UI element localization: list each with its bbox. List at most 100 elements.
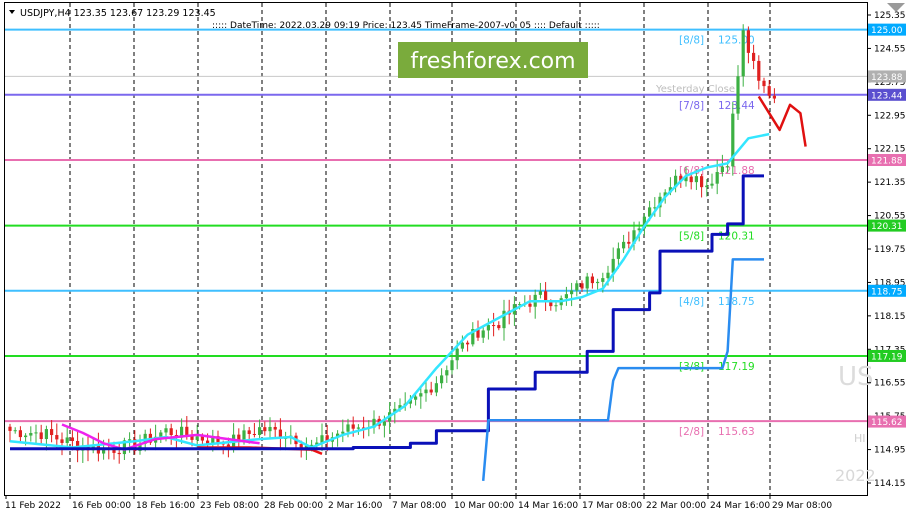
y-tick-label: 122.15 (874, 145, 906, 155)
murrey-level-label: [2/8] (679, 426, 704, 438)
symbol-quote-line: USDJPY,H4 123.35 123.67 123.29 123.45 (20, 8, 216, 19)
murrey-level-label: [4/8] (679, 296, 704, 308)
candle-body (70, 437, 74, 442)
candle-body (34, 432, 38, 434)
candle-body (356, 427, 360, 429)
candle-body (39, 432, 43, 440)
x-tick-label: 16 Feb 00:00 (72, 501, 131, 511)
candle-body (419, 393, 423, 397)
logo-text: freshforex.com (410, 49, 575, 74)
x-tick-label: 17 Mar 08:00 (582, 501, 642, 511)
candle-body (247, 430, 251, 434)
price-tag-text: 125.00 (871, 26, 903, 36)
candle-body (538, 291, 542, 295)
candle-body (382, 421, 386, 426)
candle-body (50, 429, 54, 436)
candle-body (8, 426, 12, 431)
price-tag: 123.88 (868, 70, 906, 83)
candle-body (497, 325, 501, 329)
candle-body (627, 241, 631, 244)
candle-body (720, 166, 724, 173)
candle-body (596, 281, 600, 284)
candle-body (273, 426, 277, 430)
candle-body (320, 435, 324, 443)
candle-body (13, 430, 17, 432)
candle-body (351, 424, 355, 429)
candle-body (486, 325, 490, 331)
x-tick-label: 18 Feb 16:00 (136, 501, 195, 511)
candle-body (65, 437, 69, 443)
y-tick-label: 114.95 (874, 446, 906, 456)
candle-body (263, 427, 267, 432)
x-tick-label: 14 Mar 16:00 (518, 501, 578, 511)
x-tick-label: 28 Feb 00:00 (264, 501, 323, 511)
candle-body (414, 396, 418, 400)
candle-body (689, 176, 693, 183)
candle-body (705, 185, 709, 188)
candle-body (429, 389, 433, 393)
candle-body (55, 435, 59, 440)
candle-body (606, 272, 610, 279)
candle-body (616, 248, 620, 259)
candle-body (434, 383, 438, 393)
price-tag: 115.62 (868, 415, 906, 428)
price-tag: 123.44 (868, 88, 906, 101)
candle-body (481, 330, 485, 338)
freshforex-logo: freshforex.com (398, 42, 588, 78)
candle-body (128, 439, 132, 441)
murrey-level-value: 118.75 (718, 296, 755, 308)
y-tick-label: 114.15 (874, 479, 906, 489)
candle-body (570, 290, 574, 295)
candle-body (44, 429, 48, 440)
candle-body (700, 176, 704, 188)
x-tick-label: 7 Mar 08:00 (392, 501, 447, 511)
price-tag: 125.00 (868, 23, 906, 36)
indicator-info-line: ::::: DateTime: 2022.03.29 09:19 Price: … (212, 21, 600, 31)
y-tick-label: 119.75 (874, 245, 906, 255)
candle-body (268, 426, 272, 432)
candle-body (60, 439, 64, 443)
price-tag: 117.19 (868, 349, 906, 362)
price-tag: 118.75 (868, 284, 906, 297)
x-tick-label: 22 Mar 00:00 (646, 501, 706, 511)
candle-body (445, 370, 449, 376)
candle-body (622, 241, 626, 249)
price-tag-text: 117.19 (871, 352, 903, 362)
price-chart[interactable]: US HI 2022 [8/8] 125.00[7/8] 123.44[6/8] 12… (0, 0, 911, 515)
candle-body (252, 433, 256, 435)
candle-body (715, 172, 719, 184)
candle-body (117, 452, 121, 455)
candle-body (637, 228, 641, 231)
candle-body (767, 86, 771, 96)
candle-body (164, 428, 168, 433)
candle-body (752, 52, 756, 61)
x-tick-label: 24 Mar 16:00 (710, 501, 770, 511)
watermark-hi: HI (854, 432, 866, 445)
price-tag: 120.31 (868, 219, 906, 232)
x-tick-label: 10 Mar 00:00 (454, 501, 514, 511)
candle-body (169, 428, 173, 436)
x-tick-label: 23 Feb 08:00 (200, 501, 259, 511)
candle-body (564, 294, 568, 299)
candle-body (18, 430, 22, 438)
y-tick-label: 116.55 (874, 379, 906, 389)
candle-body (772, 95, 776, 99)
watermark-symbol: US (838, 362, 874, 392)
y-tick-label: 122.95 (874, 111, 906, 121)
murrey-level-value: 115.63 (718, 426, 755, 438)
price-tag-text: 123.88 (871, 73, 903, 83)
y-tick-label: 118.15 (874, 312, 906, 322)
candle-body (450, 360, 454, 371)
murrey-level-value: 120.31 (718, 231, 755, 243)
candle-body (159, 432, 163, 437)
murrey-level-label: [7/8] (679, 100, 704, 112)
candle-body (601, 278, 605, 282)
y-tick-label: 125.35 (874, 11, 906, 21)
candle-body (726, 166, 730, 168)
price-tag-text: 115.62 (871, 418, 903, 428)
candle-body (492, 325, 496, 327)
x-tick-label: 29 Mar 08:00 (772, 501, 832, 511)
candle-body (528, 303, 532, 307)
candle-body (554, 305, 558, 307)
price-tag: 121.88 (868, 153, 906, 166)
